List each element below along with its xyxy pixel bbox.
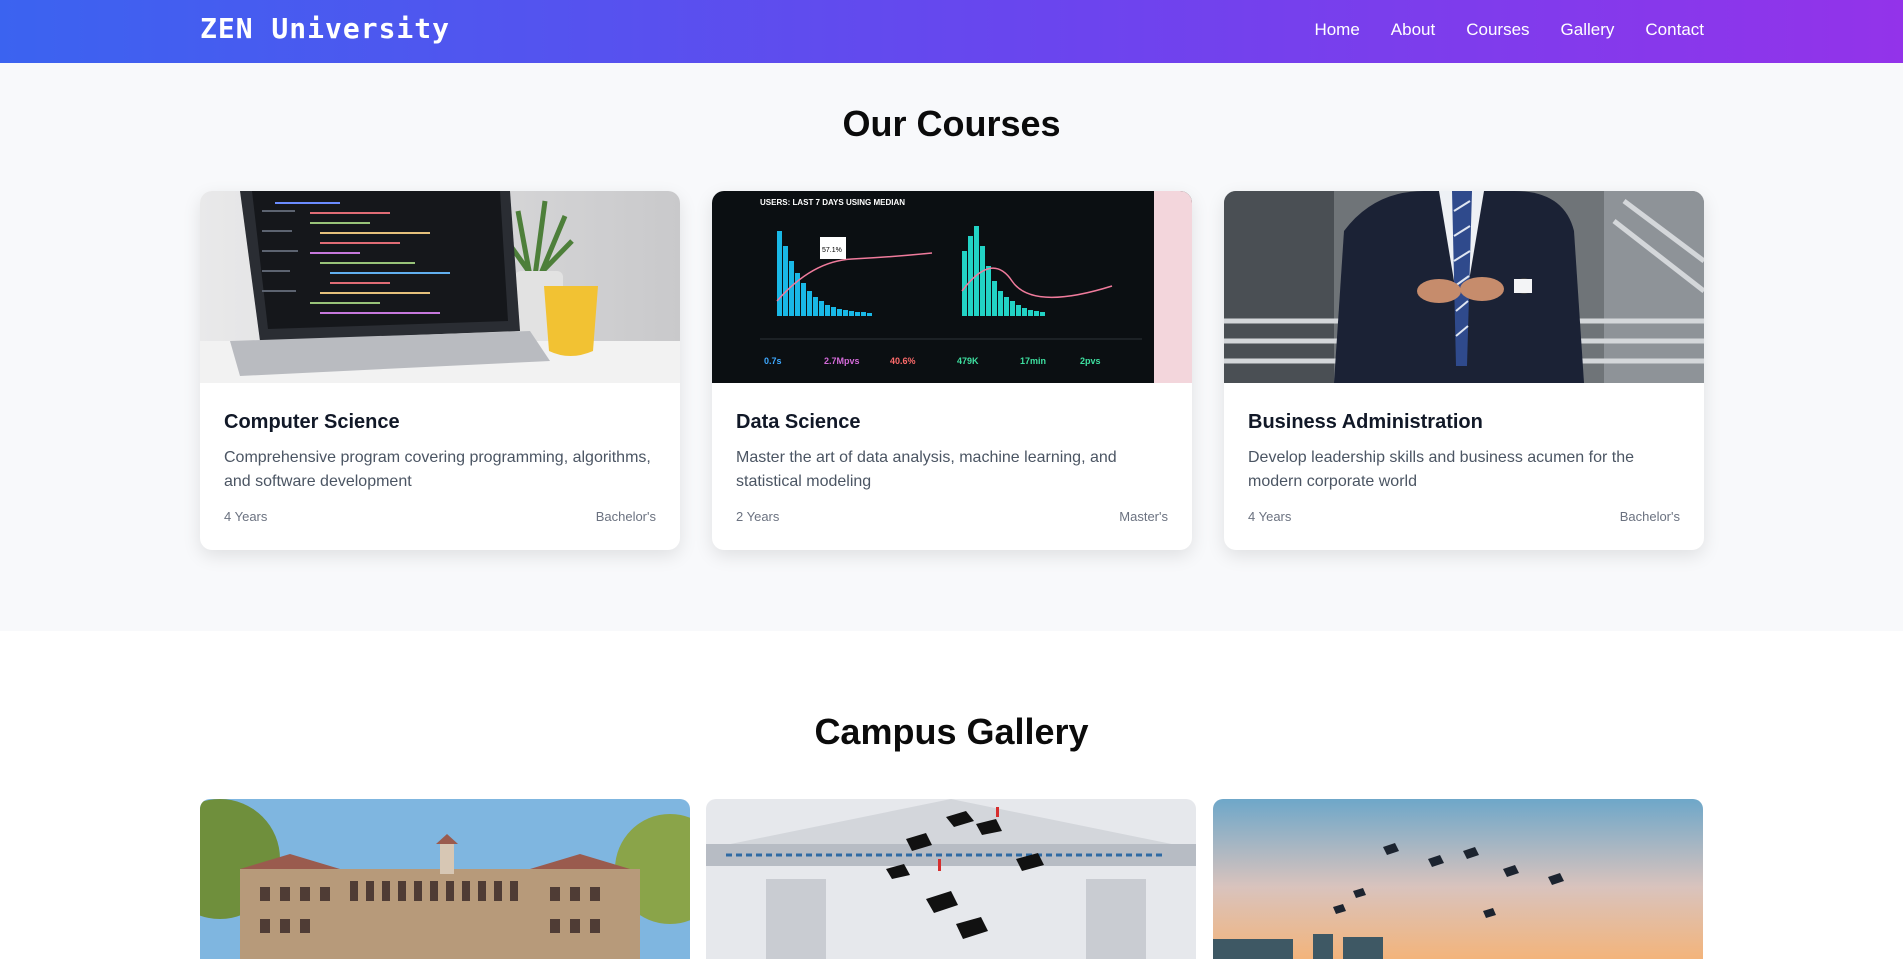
top-navbar: ZEN University Home About Courses Galler…: [0, 0, 1903, 63]
course-duration: 4 Years: [1248, 509, 1292, 524]
course-description: Comprehensive program covering programmi…: [224, 449, 651, 490]
course-duration: 2 Years: [736, 509, 780, 524]
course-meta: 2 Years Master's: [736, 509, 1168, 524]
nav-about[interactable]: About: [1391, 20, 1435, 40]
course-duration: 4 Years: [224, 509, 268, 524]
course-degree: Master's: [1119, 509, 1168, 524]
course-degree: Bachelor's: [1619, 509, 1680, 524]
nav-courses[interactable]: Courses: [1466, 20, 1529, 40]
stat-session: 17min: [1020, 356, 1046, 366]
courses-section: Our Courses Computer Science Comprehensi…: [0, 63, 1903, 631]
course-description: Master the art of data analysis, machine…: [736, 449, 1117, 490]
course-card-data-science[interactable]: USERS: LAST 7 DAYS USING MEDIAN 57.1% 0.…: [712, 191, 1192, 550]
gallery-image-campus-building[interactable]: [200, 799, 690, 959]
nav-home[interactable]: Home: [1314, 20, 1359, 40]
course-title: Data Science: [736, 411, 861, 433]
business-suit-image: [1224, 191, 1704, 383]
gallery-section: Campus Gallery: [0, 631, 1903, 959]
stat-load-time: 0.7s: [764, 356, 782, 366]
stat-pages-per-visit: 2pvs: [1080, 356, 1101, 366]
stat-pageviews: 2.7Mpvs: [824, 356, 860, 366]
stat-users: 479K: [957, 356, 979, 366]
nav-gallery[interactable]: Gallery: [1561, 20, 1615, 40]
courses-heading: Our Courses: [842, 103, 1061, 144]
laptop-code-image: [200, 191, 680, 383]
course-title: Business Administration: [1248, 411, 1483, 433]
brand-logo[interactable]: ZEN University: [200, 12, 450, 45]
analytics-dashboard-image: USERS: LAST 7 DAYS USING MEDIAN 57.1% 0.…: [712, 191, 1192, 383]
course-meta: 4 Years Bachelor's: [224, 509, 656, 524]
course-card-business-administration[interactable]: Business Administration Develop leadersh…: [1224, 191, 1704, 550]
gallery-image-graduation-sunset[interactable]: [1213, 799, 1703, 959]
gallery-image-graduation-caps-building[interactable]: [706, 799, 1196, 959]
gallery-heading: Campus Gallery: [814, 711, 1089, 752]
course-title: Computer Science: [224, 411, 400, 433]
course-description: Develop leadership skills and business a…: [1248, 449, 1634, 490]
stat-bounce-rate: 40.6%: [890, 356, 916, 366]
nav-contact[interactable]: Contact: [1645, 20, 1704, 40]
dashboard-header-text: USERS: LAST 7 DAYS USING MEDIAN: [760, 198, 905, 207]
nav-links: Home About Courses Gallery Contact: [1314, 20, 1704, 40]
course-card-computer-science[interactable]: Computer Science Comprehensive program c…: [200, 191, 680, 550]
tooltip-value: 57.1%: [822, 247, 842, 254]
course-degree: Bachelor's: [595, 509, 656, 524]
course-meta: 4 Years Bachelor's: [1248, 509, 1680, 524]
